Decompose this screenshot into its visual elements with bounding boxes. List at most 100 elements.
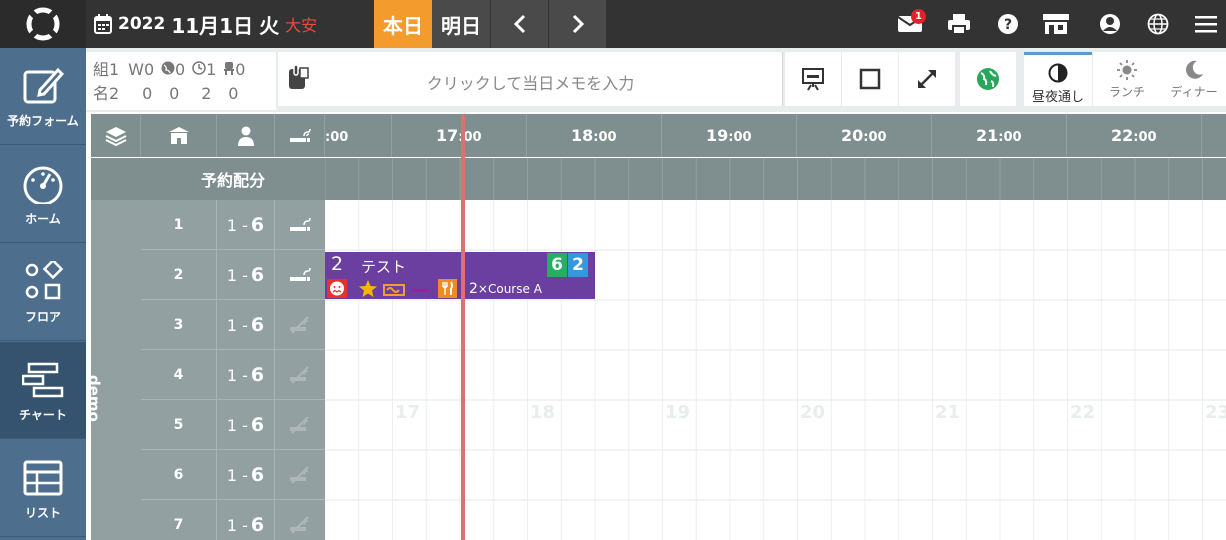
expand-icon bbox=[918, 70, 936, 88]
daily-memo-field[interactable]: クリックして当日メモを入力 bbox=[278, 52, 783, 106]
sidebar-item-reservation-form[interactable]: 予約フォーム bbox=[0, 48, 86, 145]
sidebar-item-floor[interactable]: フロア bbox=[0, 244, 86, 341]
tomorrow-button[interactable]: 明日 bbox=[432, 0, 490, 48]
globe-green-icon bbox=[977, 68, 999, 90]
mode-label: ディナー bbox=[1170, 85, 1218, 99]
svg-text:?: ? bbox=[1004, 17, 1012, 33]
table-row[interactable]: 41 -6 bbox=[141, 350, 325, 400]
floor-icon bbox=[25, 261, 64, 300]
layers-icon bbox=[105, 126, 126, 146]
app-logo[interactable] bbox=[0, 0, 86, 48]
account-button[interactable] bbox=[1094, 8, 1126, 40]
menu-button[interactable] bbox=[1190, 8, 1222, 40]
group-label: demo bbox=[91, 375, 103, 422]
next-day-button[interactable] bbox=[549, 0, 606, 48]
table-smoking bbox=[275, 500, 325, 540]
table-capacity: 1 -6 bbox=[217, 250, 275, 300]
reservation-name: テスト bbox=[361, 258, 407, 276]
room-column-header[interactable] bbox=[141, 114, 217, 157]
sidebar-item-label: 予約フォーム bbox=[7, 114, 79, 128]
no-smoking-icon bbox=[290, 316, 309, 334]
mail-count-badge: 1 bbox=[911, 9, 926, 24]
seat-icon bbox=[224, 62, 235, 75]
moon-icon bbox=[1186, 60, 1203, 79]
presentation-button[interactable] bbox=[785, 52, 841, 106]
top-bar: 2022 11月1日 火 大安 本日 明日 1 ? bbox=[0, 0, 1226, 48]
prev-day-button[interactable] bbox=[491, 0, 548, 48]
smoking-icon bbox=[289, 128, 311, 142]
store-icon bbox=[1043, 14, 1069, 34]
hour-watermark: 19 bbox=[665, 402, 691, 423]
square-icon bbox=[859, 68, 881, 90]
hour-label: 20:00 bbox=[841, 126, 887, 145]
date-month-day: 11月1日 bbox=[171, 13, 254, 38]
help-button[interactable]: ? bbox=[992, 8, 1024, 40]
hamburger-icon bbox=[1195, 16, 1217, 33]
sidebar-item-list[interactable]: リスト bbox=[0, 440, 86, 537]
table-number: 6 bbox=[141, 450, 217, 500]
language-button[interactable] bbox=[1142, 8, 1174, 40]
chart-icon bbox=[22, 362, 64, 398]
sidebar-item-chart[interactable]: チャート bbox=[0, 342, 86, 439]
presentation-icon bbox=[802, 68, 824, 91]
today-button[interactable]: 本日 bbox=[374, 0, 432, 48]
sidebar-item-label: リスト bbox=[24, 506, 61, 520]
no-smoking-icon bbox=[290, 366, 309, 384]
table-number: 4 bbox=[141, 350, 217, 400]
table-number: 1 bbox=[141, 200, 217, 250]
date-selector[interactable]: 2022 11月1日 火 大安 bbox=[86, 0, 374, 48]
mode-lunch[interactable]: ランチ bbox=[1093, 52, 1161, 106]
table-row[interactable]: 11 -6 bbox=[141, 200, 325, 250]
reservation-badge-blue: 2 bbox=[568, 253, 588, 277]
table-capacity: 1 -6 bbox=[217, 450, 275, 500]
table-number: 7 bbox=[141, 500, 217, 540]
mode-dinner[interactable]: ディナー bbox=[1160, 52, 1226, 106]
table-row[interactable]: 71 -6 bbox=[141, 500, 325, 540]
group-column: demo bbox=[91, 200, 141, 540]
sidebar: 予約フォーム ホーム フロア チャート リスト bbox=[0, 48, 86, 540]
table-row[interactable]: 31 -6 bbox=[141, 300, 325, 350]
web-reservation-button[interactable] bbox=[960, 52, 1016, 106]
angry-face-icon bbox=[327, 279, 347, 298]
chart-header: :00 17:00 18:00 19:00 20:00 21:00 22:00 bbox=[91, 114, 1226, 157]
reservation-badge-green: 6 bbox=[547, 253, 567, 277]
sidebar-item-label: ホーム bbox=[25, 212, 61, 226]
chevron-right-icon bbox=[572, 14, 584, 34]
date-weekday: 火 bbox=[259, 13, 280, 38]
fork-knife-icon bbox=[438, 279, 457, 298]
capacity-column-header[interactable] bbox=[217, 114, 275, 157]
table-number: 5 bbox=[141, 400, 217, 450]
expand-button[interactable] bbox=[899, 52, 955, 106]
building-icon bbox=[168, 126, 189, 144]
no-smoking-icon bbox=[290, 466, 309, 484]
hour-watermark: 21 bbox=[935, 402, 961, 423]
hour-watermark: 17 bbox=[395, 402, 421, 423]
mail-button[interactable]: 1 bbox=[894, 8, 926, 40]
table-smoking bbox=[275, 250, 325, 300]
edit-icon bbox=[23, 67, 64, 104]
mode-label: 昼夜通し bbox=[1031, 90, 1084, 105]
store-button[interactable] bbox=[1040, 8, 1072, 40]
hour-watermark: 22 bbox=[1070, 402, 1096, 423]
stats-row-groups: 組1 W0 0 1 0 bbox=[93, 60, 246, 79]
table-capacity: 1 -6 bbox=[217, 300, 275, 350]
table-row[interactable]: 21 -6 bbox=[141, 250, 325, 300]
info-toolbar: 組1 W0 0 1 0 名2 00 20 クリックして当日メモを入力 昼夜通し … bbox=[86, 48, 1226, 112]
mode-label: ランチ bbox=[1108, 85, 1145, 99]
date-year: 2022 bbox=[118, 14, 166, 34]
mode-all-day[interactable]: 昼夜通し bbox=[1024, 52, 1092, 106]
smoking-column-header[interactable] bbox=[275, 114, 325, 157]
smoking-icon bbox=[290, 217, 311, 231]
select-box-button[interactable] bbox=[842, 52, 898, 106]
cake-icon bbox=[383, 284, 405, 296]
table-row[interactable]: 51 -6 bbox=[141, 400, 325, 450]
reservation-block[interactable]: 2 テスト 6 2 2×Course A bbox=[325, 252, 595, 299]
sidebar-item-home[interactable]: ホーム bbox=[0, 146, 86, 243]
layers-toggle[interactable] bbox=[91, 114, 141, 157]
print-button[interactable] bbox=[943, 8, 975, 40]
user-circle-icon bbox=[1100, 14, 1120, 34]
reservation-party-count: 2 bbox=[331, 253, 344, 275]
table-row[interactable]: 61 -6 bbox=[141, 450, 325, 500]
hour-label: 17:00 bbox=[436, 126, 482, 145]
table-smoking bbox=[275, 300, 325, 350]
